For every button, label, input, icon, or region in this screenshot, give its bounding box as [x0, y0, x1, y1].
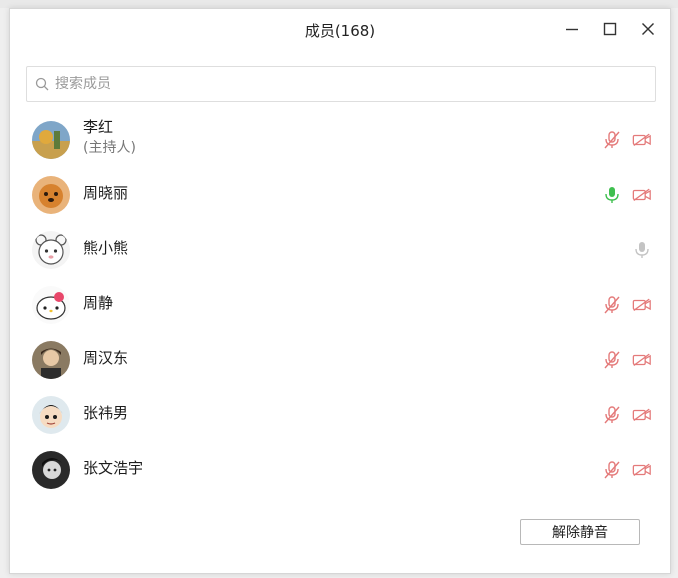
avatar — [32, 395, 70, 434]
member-name: 周晓丽 — [83, 184, 129, 202]
member-role: (主持人) — [83, 140, 136, 156]
window-title: 成员(168) — [304, 21, 376, 40]
avatar — [32, 230, 70, 269]
member-row[interactable]: 周静 — [10, 277, 670, 332]
member-controls — [602, 350, 652, 370]
window-controls — [560, 17, 660, 41]
member-row[interactable]: 李红 (主持人) — [10, 112, 670, 167]
camera-off-icon[interactable] — [632, 295, 652, 315]
mic-active-icon[interactable] — [602, 185, 622, 205]
member-list: 李红 (主持人) 周晓丽 熊小熊 周静 周汉东 张祎男 张文浩宇 — [10, 112, 670, 497]
camera-off-icon[interactable] — [632, 460, 652, 480]
search-box[interactable] — [26, 66, 656, 102]
member-controls — [602, 185, 652, 205]
members-window: 成员(168) 李红 (主持人) — [9, 8, 671, 574]
close-icon — [642, 23, 654, 35]
member-row[interactable]: 张祎男 — [10, 387, 670, 442]
avatar — [32, 285, 70, 324]
background-strip — [0, 0, 678, 8]
avatar — [32, 175, 70, 214]
maximize-button[interactable] — [598, 17, 622, 41]
member-controls — [632, 240, 652, 260]
mic-muted-icon[interactable] — [602, 405, 622, 425]
member-name: 熊小熊 — [83, 239, 129, 257]
maximize-icon — [603, 22, 617, 36]
title-bar: 成员(168) — [10, 9, 670, 51]
avatar — [32, 340, 70, 379]
member-row[interactable]: 张文浩宇 — [10, 442, 670, 497]
avatar — [32, 120, 70, 159]
member-row[interactable]: 周汉东 — [10, 332, 670, 387]
camera-off-icon[interactable] — [632, 350, 652, 370]
search-icon — [35, 77, 49, 91]
member-row[interactable]: 周晓丽 — [10, 167, 670, 222]
member-controls — [602, 130, 652, 150]
member-name: 周汉东 — [83, 349, 129, 367]
mic-muted-icon[interactable] — [602, 295, 622, 315]
mic-muted-icon[interactable] — [602, 460, 622, 480]
minimize-icon — [566, 28, 578, 31]
member-name: 张祎男 — [83, 404, 129, 422]
member-controls — [602, 405, 652, 425]
unmute-all-button[interactable]: 解除静音 — [520, 519, 640, 545]
camera-off-icon[interactable] — [632, 130, 652, 150]
search-input[interactable] — [55, 76, 615, 92]
close-button[interactable] — [636, 17, 660, 41]
camera-off-icon[interactable] — [632, 405, 652, 425]
minimize-button[interactable] — [560, 17, 584, 41]
member-name: 周静 — [83, 294, 114, 312]
mic-muted-icon[interactable] — [602, 350, 622, 370]
member-row[interactable]: 熊小熊 — [10, 222, 670, 277]
member-controls — [602, 295, 652, 315]
mic-muted-icon[interactable] — [602, 130, 622, 150]
mic-idle-icon[interactable] — [632, 240, 652, 260]
camera-off-icon[interactable] — [632, 185, 652, 205]
member-controls — [602, 460, 652, 480]
member-name: 张文浩宇 — [83, 459, 144, 477]
avatar — [32, 450, 70, 489]
member-name: 李红 — [83, 118, 114, 136]
